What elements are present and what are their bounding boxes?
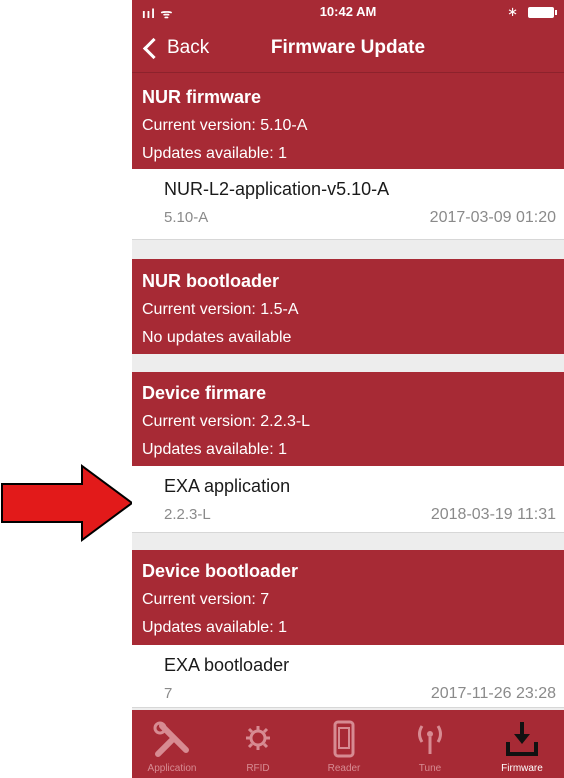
tab-application[interactable]: Application [132,710,212,778]
page-title: Firmware Update [270,37,426,58]
tab-label: Tune [418,763,442,774]
section-device-bootloader: Device bootloader Current version: 7 Upd… [132,550,564,645]
download-icon [506,722,538,756]
tab-label: RFID [246,763,270,774]
tab-tune[interactable]: Tune [390,710,470,778]
section-title: NUR firmware [142,87,262,107]
current-version: Current version: 1.5-A [142,301,299,318]
item-date: 2018-03-19 11:31 [430,506,556,523]
tab-rfid[interactable]: RFID [218,710,298,778]
tools-icon [153,721,189,757]
battery-icon [528,7,557,18]
navigation-bar: Back Firmware Update [132,24,564,73]
antenna-icon [418,725,442,754]
current-version: Current version: 7 [142,591,270,608]
item-name: NUR-L2-application-v5.10-A [164,179,390,199]
firmware-list-item[interactable]: EXA bootloader 7 2017-11-26 23:28 [132,645,564,708]
section-title: Device bootloader [142,561,299,581]
firmware-list-item[interactable]: NUR-L2-application-v5.10-A 5.10-A 2017-0… [132,169,564,240]
updates-status: Updates available: 1 [142,441,287,458]
pointer-arrow-icon [1,464,134,542]
item-date: 2017-03-09 01:20 [429,209,556,226]
section-title: Device firmare [142,383,267,403]
updates-status: No updates available [142,329,292,346]
tab-label: Firmware [501,763,543,774]
updates-status: Updates available: 1 [142,619,287,636]
updates-status: Updates available: 1 [142,145,287,162]
phone-icon [333,720,355,758]
status-time: 10:42 AM [319,4,377,19]
section-device-firmware: Device firmare Current version: 2.2.3-L … [132,372,564,466]
tab-label: Application [147,763,197,774]
section-title: NUR bootloader [142,271,279,291]
tab-label: Reader [327,763,361,774]
bluetooth-icon: ∗ [507,4,518,19]
item-name: EXA bootloader [164,655,290,675]
phone-screen: ııl ᯤ 10:42 AM ∗ Back Firmware Update NU… [132,0,564,778]
status-bar: ııl ᯤ 10:42 AM ∗ [132,0,564,24]
gear-icon [246,726,270,750]
section-nur-firmware: NUR firmware Current version: 5.10-A Upd… [132,73,564,169]
tab-bar: Application RFID Reader Tune Firmware [132,710,564,778]
item-version: 5.10-A [164,209,209,226]
item-date: 2017-11-26 23:28 [430,685,556,702]
firmware-list-item[interactable]: EXA application 2.2.3-L 2018-03-19 11:31 [132,466,564,533]
section-nur-bootloader: NUR bootloader Current version: 1.5-A No… [132,259,564,354]
item-version: 7 [164,685,173,702]
item-version: 2.2.3-L [164,506,211,523]
tab-firmware[interactable]: Firmware [482,710,562,778]
tab-reader[interactable]: Reader [304,710,384,778]
current-version: Current version: 2.2.3-L [142,413,311,430]
item-name: EXA application [164,476,291,496]
current-version: Current version: 5.10-A [142,117,308,134]
